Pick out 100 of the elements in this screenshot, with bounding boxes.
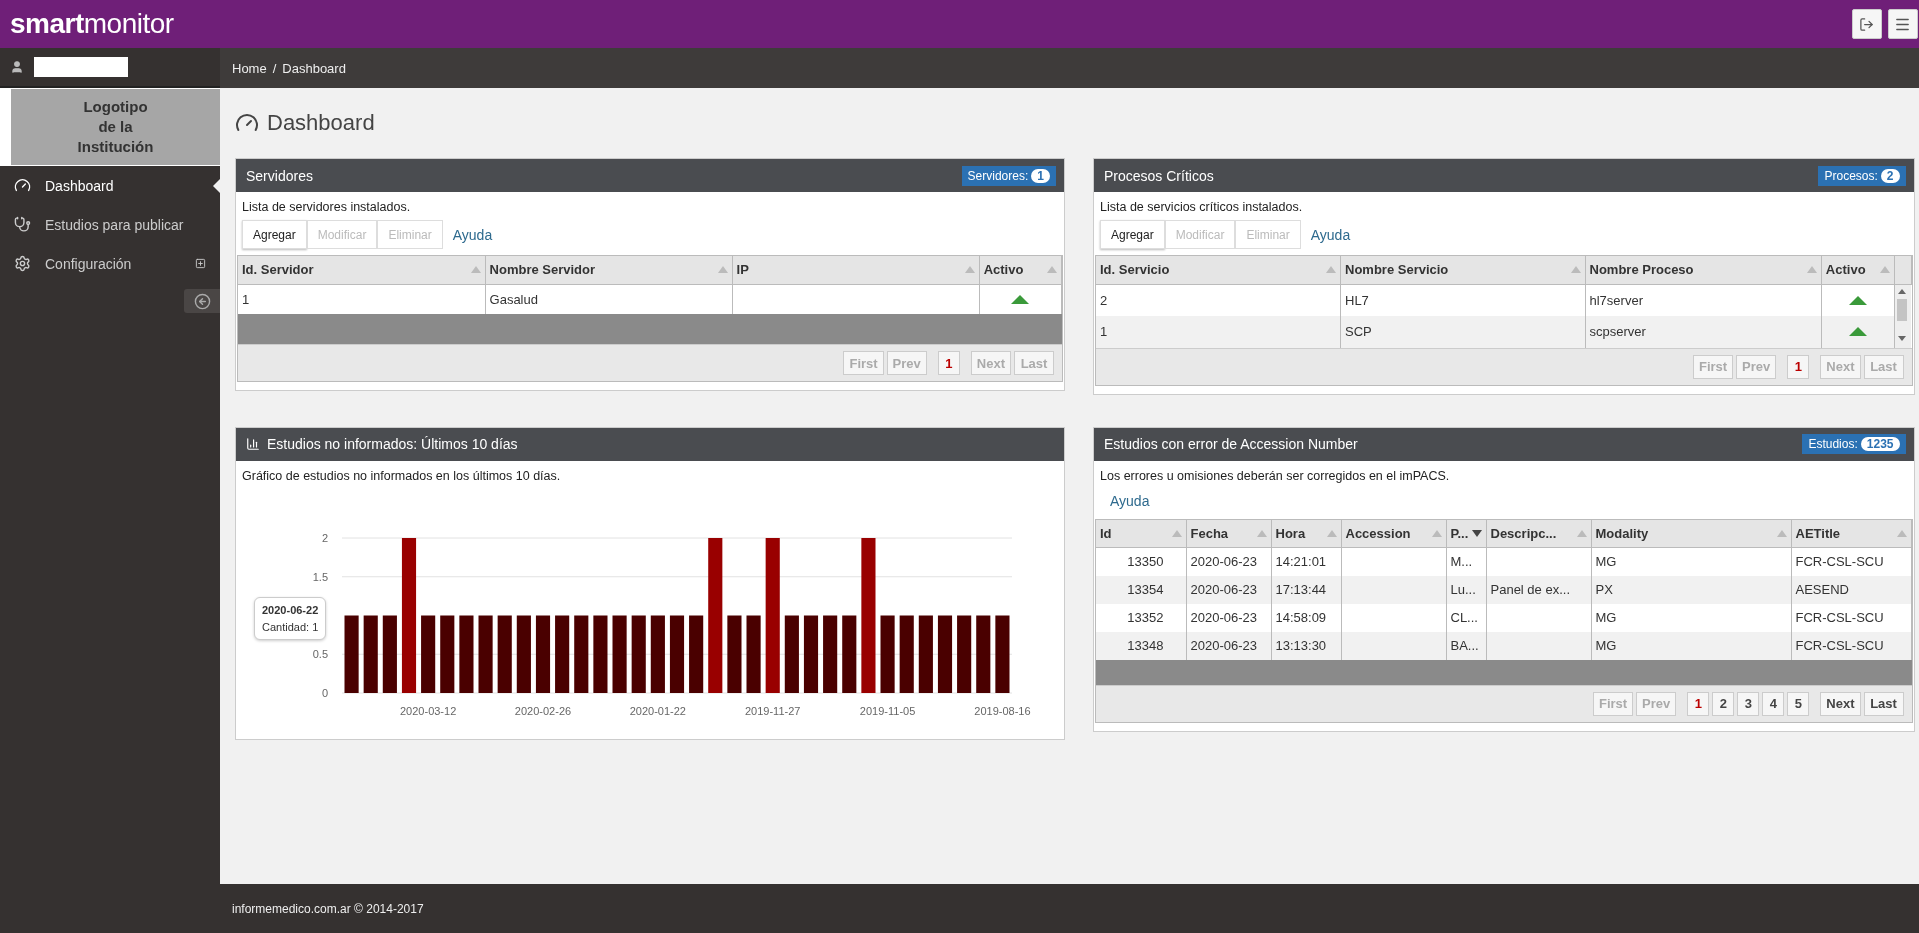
chart-bar[interactable] (899, 615, 914, 693)
stethoscope-icon (14, 216, 31, 233)
menu-button[interactable] (1887, 9, 1918, 39)
breadcrumb-separator: / (272, 60, 277, 76)
table-cell: M... (1446, 547, 1486, 576)
table-cell: 13350 (1096, 547, 1186, 576)
expand-icon[interactable] (195, 258, 206, 269)
column-header[interactable]: Activo (1821, 256, 1895, 284)
column-header[interactable]: Activo (979, 256, 1062, 284)
chart-bar[interactable] (669, 615, 685, 693)
panel-title: Procesos Críticos (1104, 167, 1214, 184)
axis-tick-label: 2 (321, 531, 328, 544)
chart-bar[interactable] (516, 615, 531, 693)
chart-bar[interactable] (555, 615, 570, 693)
toolbar-button[interactable]: Agregar (242, 220, 307, 249)
bar-chart-icon (246, 437, 260, 451)
institution-logo: Logotipo de la Institución (11, 89, 220, 165)
pager-button[interactable]: 2 (1712, 691, 1735, 716)
breadcrumb-item[interactable]: Home (232, 60, 267, 76)
table-cell: FCR-CSL-SCU (1791, 603, 1911, 632)
column-header[interactable]: Id (1096, 519, 1186, 548)
pager-button[interactable]: 3 (1737, 691, 1760, 716)
pager-button[interactable]: Next (1820, 691, 1861, 716)
tooltip-date: 2020-06-22 (262, 603, 319, 616)
chart-bar[interactable] (574, 615, 589, 693)
table-cell: 2020-06-23 (1186, 603, 1271, 632)
chart-bar[interactable] (918, 615, 933, 693)
panel-description: Lista de servicios críticos instalados. (1099, 200, 1304, 214)
column-header[interactable]: Modality (1591, 519, 1791, 548)
table-cell: 2020-06-23 (1186, 575, 1271, 604)
page-title: Dashboard (267, 110, 375, 136)
table-cell: 14:21:01 (1271, 547, 1341, 576)
column-header[interactable]: Id. Servidor (238, 256, 486, 284)
panel-title: Estudios con error de Accession Number (1104, 436, 1358, 452)
pager-button[interactable]: 1 (937, 351, 960, 375)
chart-bar[interactable] (976, 615, 991, 693)
column-header[interactable]: AETitle (1791, 519, 1911, 548)
table-cell: 13:13:30 (1271, 631, 1341, 660)
chart-bar[interactable] (401, 537, 417, 693)
help-link[interactable]: Ayuda (1310, 226, 1351, 243)
axis-tick-label: 2019-11-27 (745, 704, 801, 717)
chart-bar[interactable] (382, 615, 397, 693)
pager-button[interactable]: 5 (1787, 691, 1810, 716)
settings-icon (14, 255, 31, 272)
panel-description: Los errores u omisiones deberán ser corregidos en el imPACS. (1099, 468, 1451, 483)
chart-bar[interactable] (937, 615, 953, 693)
table-cell: scpserver (1585, 315, 1822, 348)
chart-bar[interactable] (689, 615, 704, 693)
pager-button[interactable]: 1 (1687, 691, 1710, 716)
nav-item[interactable]: Estudios para publicar (0, 205, 220, 244)
chart-bar[interactable] (535, 615, 551, 693)
panel-title: Estudios no informados: Últimos 10 días (267, 436, 518, 452)
chart-bar[interactable] (497, 615, 512, 693)
collapse-sidebar-button[interactable] (184, 289, 220, 313)
column-header[interactable]: Nombre Servidor (485, 256, 733, 284)
table-cell: 17:13:44 (1271, 575, 1341, 604)
panel-description: Lista de servidores instalados. (241, 200, 412, 214)
chart-bar[interactable] (363, 615, 378, 693)
panel-description: Gráfico de estudios no informados en los últimos 10 días. (241, 468, 562, 483)
column-header[interactable]: Nombre Servicio (1340, 256, 1585, 284)
column-header[interactable]: P... (1446, 519, 1486, 548)
chart-bar[interactable] (842, 615, 857, 693)
chart-bar[interactable] (650, 615, 665, 693)
help-link[interactable]: Ayuda (1110, 492, 1150, 509)
table-cell: BA... (1446, 631, 1486, 660)
chart-bar[interactable] (440, 615, 455, 693)
table-cell: PX (1591, 575, 1791, 604)
chart-bar[interactable] (823, 615, 838, 693)
chart-bar[interactable] (784, 615, 799, 693)
chart-bar[interactable] (631, 615, 646, 693)
chart-bar[interactable] (957, 615, 972, 693)
logout-icon (1859, 16, 1874, 32)
badge-label: Estudios: (1808, 437, 1858, 451)
table-cell: Panel de ex... (1486, 575, 1591, 604)
chart-bar[interactable] (421, 615, 436, 693)
help-link[interactable]: Ayuda (452, 226, 493, 243)
pager-button[interactable]: 1 (1787, 354, 1810, 379)
user-icon (10, 60, 24, 74)
column-header[interactable]: Nombre Proceso (1585, 256, 1822, 284)
logout-button[interactable] (1851, 9, 1882, 39)
table-cell: MG (1591, 547, 1791, 576)
badge-label: Procesos: (1824, 168, 1878, 183)
table-cell: 13348 (1096, 631, 1186, 660)
axis-tick-label: 2020-02-26 (514, 704, 572, 717)
axis-tick-label: 2020-03-12 (400, 704, 457, 717)
sort-descending-icon[interactable] (1471, 529, 1482, 537)
axis-tick-label: 1.5 (312, 570, 328, 583)
column-header[interactable]: Descripc... (1486, 519, 1591, 548)
toolbar-button[interactable]: Agregar (1100, 220, 1165, 249)
column-header[interactable]: Fecha (1186, 519, 1271, 548)
table-cell: MG (1591, 631, 1791, 660)
chart-bar[interactable] (803, 615, 819, 693)
pager-button[interactable]: Last (1863, 691, 1904, 716)
pager-button[interactable]: 4 (1762, 691, 1785, 716)
column-header[interactable]: Id. Servicio (1096, 256, 1341, 284)
column-header[interactable]: IP (732, 256, 980, 284)
nav-item[interactable]: Configuración (0, 244, 220, 283)
column-header[interactable]: Hora (1271, 519, 1341, 548)
table-cell: FCR-CSL-SCU (1791, 631, 1911, 660)
column-header[interactable]: Accession (1341, 519, 1446, 548)
